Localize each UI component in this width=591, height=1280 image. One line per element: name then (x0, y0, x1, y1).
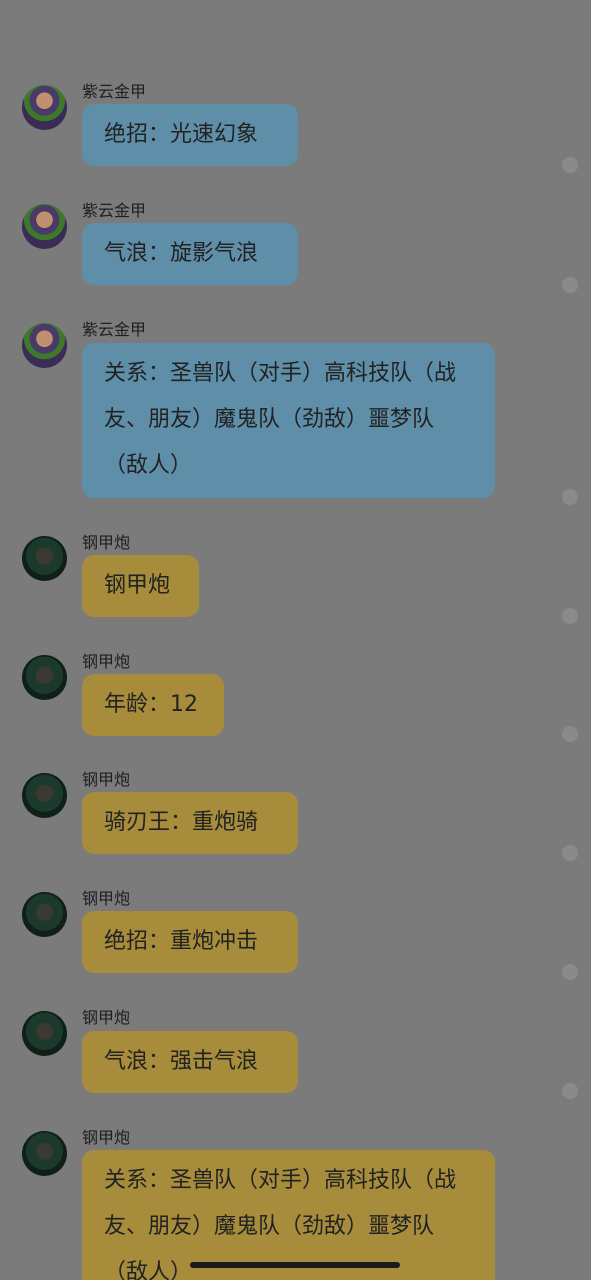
select-dot-icon[interactable] (562, 277, 578, 293)
select-dot-icon[interactable] (562, 845, 578, 861)
sender-name: 钢甲炮 (82, 652, 131, 671)
select-dot-icon[interactable] (562, 157, 578, 173)
sender-avatar[interactable] (22, 204, 67, 249)
message-bubble[interactable]: 关系：圣兽队（对手）高科技队（战友、朋友）魔鬼队（劲敌）噩梦队（敌人） (82, 343, 495, 498)
sender-name: 钢甲炮 (82, 1008, 131, 1027)
sender-name: 紫云金甲 (82, 201, 147, 220)
sender-avatar[interactable] (22, 85, 67, 130)
message-bubble[interactable]: 年龄：12 (82, 674, 224, 736)
select-dot-icon[interactable] (562, 964, 578, 980)
sender-name: 紫云金甲 (82, 320, 147, 339)
sender-avatar[interactable] (22, 536, 67, 581)
sender-avatar[interactable] (22, 323, 67, 368)
select-dot-icon[interactable] (562, 489, 578, 505)
sender-name: 钢甲炮 (82, 770, 131, 789)
sender-avatar[interactable] (22, 892, 67, 937)
message-bubble[interactable]: 钢甲炮 (82, 555, 199, 617)
message-bubble[interactable]: 气浪：旋影气浪 (82, 223, 298, 285)
sender-avatar[interactable] (22, 655, 67, 700)
select-dot-icon[interactable] (562, 1083, 578, 1099)
sender-name: 紫云金甲 (82, 82, 147, 101)
message-bubble[interactable]: 骑刃王：重炮骑 (82, 792, 298, 854)
sender-name: 钢甲炮 (82, 889, 131, 908)
message-bubble[interactable]: 绝招：光速幻象 (82, 104, 298, 166)
select-dot-icon[interactable] (562, 726, 578, 742)
message-bubble[interactable]: 绝招：重炮冲击 (82, 911, 298, 973)
message-bubble[interactable]: 关系：圣兽队（对手）高科技队（战友、朋友）魔鬼队（劲敌）噩梦队（敌人） (82, 1150, 495, 1280)
home-indicator[interactable] (190, 1262, 400, 1268)
sender-avatar[interactable] (22, 773, 67, 818)
sender-name: 钢甲炮 (82, 1128, 131, 1147)
message-bubble[interactable]: 气浪：强击气浪 (82, 1031, 298, 1093)
sender-avatar[interactable] (22, 1131, 67, 1176)
select-dot-icon[interactable] (562, 608, 578, 624)
sender-avatar[interactable] (22, 1011, 67, 1056)
sender-name: 钢甲炮 (82, 533, 131, 552)
